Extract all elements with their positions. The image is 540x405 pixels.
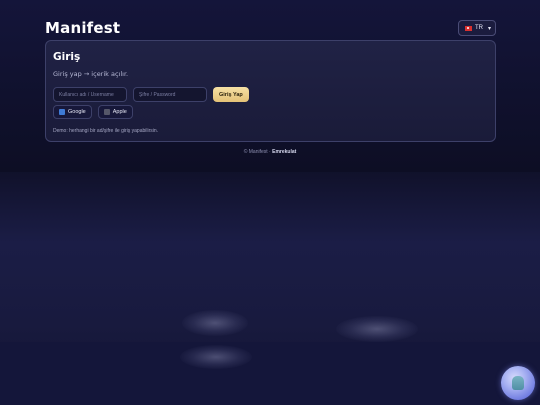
language-code: TR — [474, 25, 483, 31]
turkey-flag-icon — [464, 25, 472, 31]
app-header: Manifest TR ▾ — [45, 17, 496, 39]
background-glow — [182, 310, 248, 336]
card-subtitle: Giriş yap → içerik açılır. — [53, 70, 129, 78]
password-input[interactable]: Şifre / Password — [133, 87, 207, 102]
background-glow — [180, 345, 252, 369]
lower-band — [0, 342, 540, 405]
apple-icon — [103, 109, 110, 115]
login-card: Giriş Giriş yap → içerik açılır. Kullanı… — [45, 40, 496, 142]
footer-copyright: © Manifest · — [243, 149, 273, 155]
assistant-avatar-icon — [512, 376, 524, 390]
social-row: Google Apple — [53, 105, 488, 119]
language-select[interactable]: TR ▾ — [457, 20, 496, 36]
app-brand: Manifest — [45, 19, 121, 37]
demo-note: Demo: herhangi bir ad/şifre ile giriş ya… — [53, 128, 159, 134]
apple-button-label: Apple — [112, 109, 127, 115]
credentials-row: Kullanıcı adı / Username Şifre / Passwor… — [53, 87, 488, 102]
google-login-button[interactable]: Google — [53, 105, 92, 119]
footer-author-link[interactable]: Emrekulat — [272, 149, 296, 155]
login-button[interactable]: Giriş Yap — [213, 87, 249, 102]
assistant-button[interactable] — [501, 366, 535, 400]
google-icon — [59, 109, 65, 115]
google-button-label: Google — [68, 109, 86, 115]
background-glow — [336, 316, 418, 342]
chevron-down-icon: ▾ — [487, 25, 491, 32]
footer: © Manifest · Emrekulat — [0, 149, 540, 155]
apple-login-button[interactable]: Apple — [97, 105, 133, 119]
card-title: Giriş — [53, 51, 81, 63]
username-input[interactable]: Kullanıcı adı / Username — [53, 87, 127, 102]
